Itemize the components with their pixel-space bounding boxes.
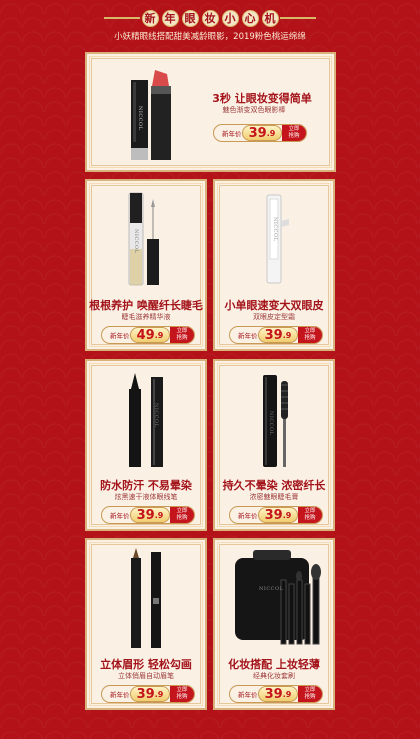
price-integer: 39 [264, 327, 283, 343]
product-card-mascara[interactable]: NICCOL 持久不晕染 浓密纤长 浓密魅眼睫毛膏 新年价 39.9 立即 抢购 [213, 359, 335, 531]
price-decimal: .9 [282, 330, 292, 340]
price-label: 新年价 [222, 130, 242, 138]
product-desc: 睫毛滋养精华液 [121, 313, 171, 321]
product-card-eyebrow-pencil[interactable]: 立体眉形 轻松勾画 立体俏眉自动眉笔 新年价 39.9 立即 抢购 [85, 538, 207, 710]
brand-logo: NICCOL [133, 229, 139, 254]
eyeliner-image: NICCOL [121, 371, 173, 471]
title-char: 新 [141, 9, 159, 27]
product-desc: 立体俏眉自动眉笔 [118, 672, 174, 680]
buy-now-button[interactable]: 立即 抢购 [282, 125, 306, 141]
price-decimal: .9 [282, 510, 292, 520]
price-label: 新年价 [238, 691, 258, 699]
price-tag[interactable]: 新年价 39.9 立即 抢购 [229, 506, 323, 524]
price-label: 新年价 [110, 512, 130, 520]
product-name: 防水防汗 不易晕染 [100, 479, 192, 492]
title-char: 机 [261, 9, 279, 27]
title-divider [280, 17, 316, 19]
price-decimal: .9 [266, 128, 276, 138]
title-char: 小 [221, 9, 239, 27]
price-integer: 49 [136, 327, 155, 343]
title-divider [104, 17, 140, 19]
brand-logo: NICCOL [153, 403, 159, 428]
price-tag[interactable]: 新年价 49.9 立即 抢购 [101, 326, 195, 344]
price-label: 新年价 [238, 332, 258, 340]
product-name: 小单眼速变大双眼皮 [224, 299, 324, 312]
product-desc: 经典化妆套刷 [253, 672, 295, 680]
lash-serum-image: NICCOL [125, 189, 163, 289]
product-card-eyeshadow-stick[interactable]: NICCOL 3秒 让眼妆变得简单 魅色渐变双色眼影棒 新年价 39.9 立即抢… [85, 52, 336, 172]
product-desc: 浓密魅眼睫毛膏 [249, 493, 299, 501]
buy-now-button[interactable]: 立即 抢购 [298, 327, 322, 343]
double-eyelid-cream-image: NICCOL [259, 191, 295, 287]
page-title: 新 年 眼 妆 小 心 机 [104, 8, 316, 28]
product-card-eyeliner[interactable]: NICCOL 防水防汗 不易晕染 炫黑速干液体眼线笔 新年价 39.9 立即 抢购 [85, 359, 207, 531]
brand-logo: NICCOL [137, 106, 143, 131]
product-card-brush-set[interactable]: NICCOL 化妆搭配 上妆轻薄 经典化妆套刷 新年价 39.9 立即 抢购 [213, 538, 335, 710]
mascara-image: NICCOL [255, 371, 301, 471]
price-decimal: .9 [282, 689, 292, 699]
price-decimal: .9 [154, 510, 164, 520]
buy-now-button[interactable]: 立即 抢购 [170, 686, 194, 702]
price-tag[interactable]: 新年价 39.9 立即 抢购 [101, 685, 195, 703]
eyeshadow-stick-image: NICCOL [129, 66, 175, 164]
buy-now-button[interactable]: 立即 抢购 [170, 507, 194, 523]
page-subtitle: 小妖精眼线搭配甜美减龄眼影，2019粉色桃运绵绵 [114, 32, 306, 42]
product-name: 化妆搭配 上妆轻薄 [228, 658, 320, 671]
product-desc: 魅色渐变双色眼影棒 [222, 106, 286, 114]
title-char: 眼 [181, 9, 199, 27]
title-char: 年 [161, 9, 179, 27]
buy-now-button[interactable]: 立即 抢购 [298, 686, 322, 702]
product-name: 立体眉形 轻松勾画 [100, 658, 192, 671]
brush-set-image: NICCOL [229, 550, 325, 650]
brand-logo: NICCOL [259, 586, 284, 592]
price-tag[interactable]: 新年价 39.9 立即 抢购 [229, 685, 323, 703]
price-integer: 39 [248, 125, 267, 141]
buy-now-button[interactable]: 立即 抢购 [170, 327, 194, 343]
price-integer: 39 [136, 507, 155, 523]
price-tag[interactable]: 新年价 39.9 立即 抢购 [101, 506, 195, 524]
price-label: 新年价 [110, 691, 130, 699]
price-tag[interactable]: 新年价 39.9 立即 抢购 [213, 124, 307, 142]
price-integer: 39 [264, 686, 283, 702]
price-integer: 39 [136, 686, 155, 702]
product-name: 持久不晕染 浓密纤长 [222, 479, 326, 492]
product-card-double-eyelid-cream[interactable]: NICCOL 小单眼速变大双眼皮 双眼皮定型霜 新年价 39.9 立即 抢购 [213, 179, 335, 351]
price-label: 新年价 [238, 512, 258, 520]
price-decimal: .9 [154, 330, 164, 340]
header: 新 年 眼 妆 小 心 机 小妖精眼线搭配甜美减龄眼影，2019粉色桃运绵绵 [0, 0, 420, 48]
product-name: 根根养护 唤醒纤长睫毛 [89, 299, 203, 312]
brand-logo: NICCOL [272, 217, 278, 242]
price-tag[interactable]: 新年价 39.9 立即 抢购 [229, 326, 323, 344]
eyebrow-pencil-image [121, 548, 175, 652]
product-card-lash-serum[interactable]: NICCOL 根根养护 唤醒纤长睫毛 睫毛滋养精华液 新年价 49.9 立即 抢购 [85, 179, 207, 351]
product-desc: 双眼皮定型霜 [253, 313, 295, 321]
brand-logo: NICCOL [268, 411, 274, 436]
price-integer: 39 [264, 507, 283, 523]
price-label: 新年价 [110, 332, 130, 340]
product-name: 3秒 让眼妆变得简单 [212, 92, 312, 105]
product-desc: 炫黑速干液体眼线笔 [114, 493, 178, 501]
title-char: 心 [241, 9, 259, 27]
title-char: 妆 [201, 9, 219, 27]
price-decimal: .9 [154, 689, 164, 699]
buy-now-button[interactable]: 立即 抢购 [298, 507, 322, 523]
